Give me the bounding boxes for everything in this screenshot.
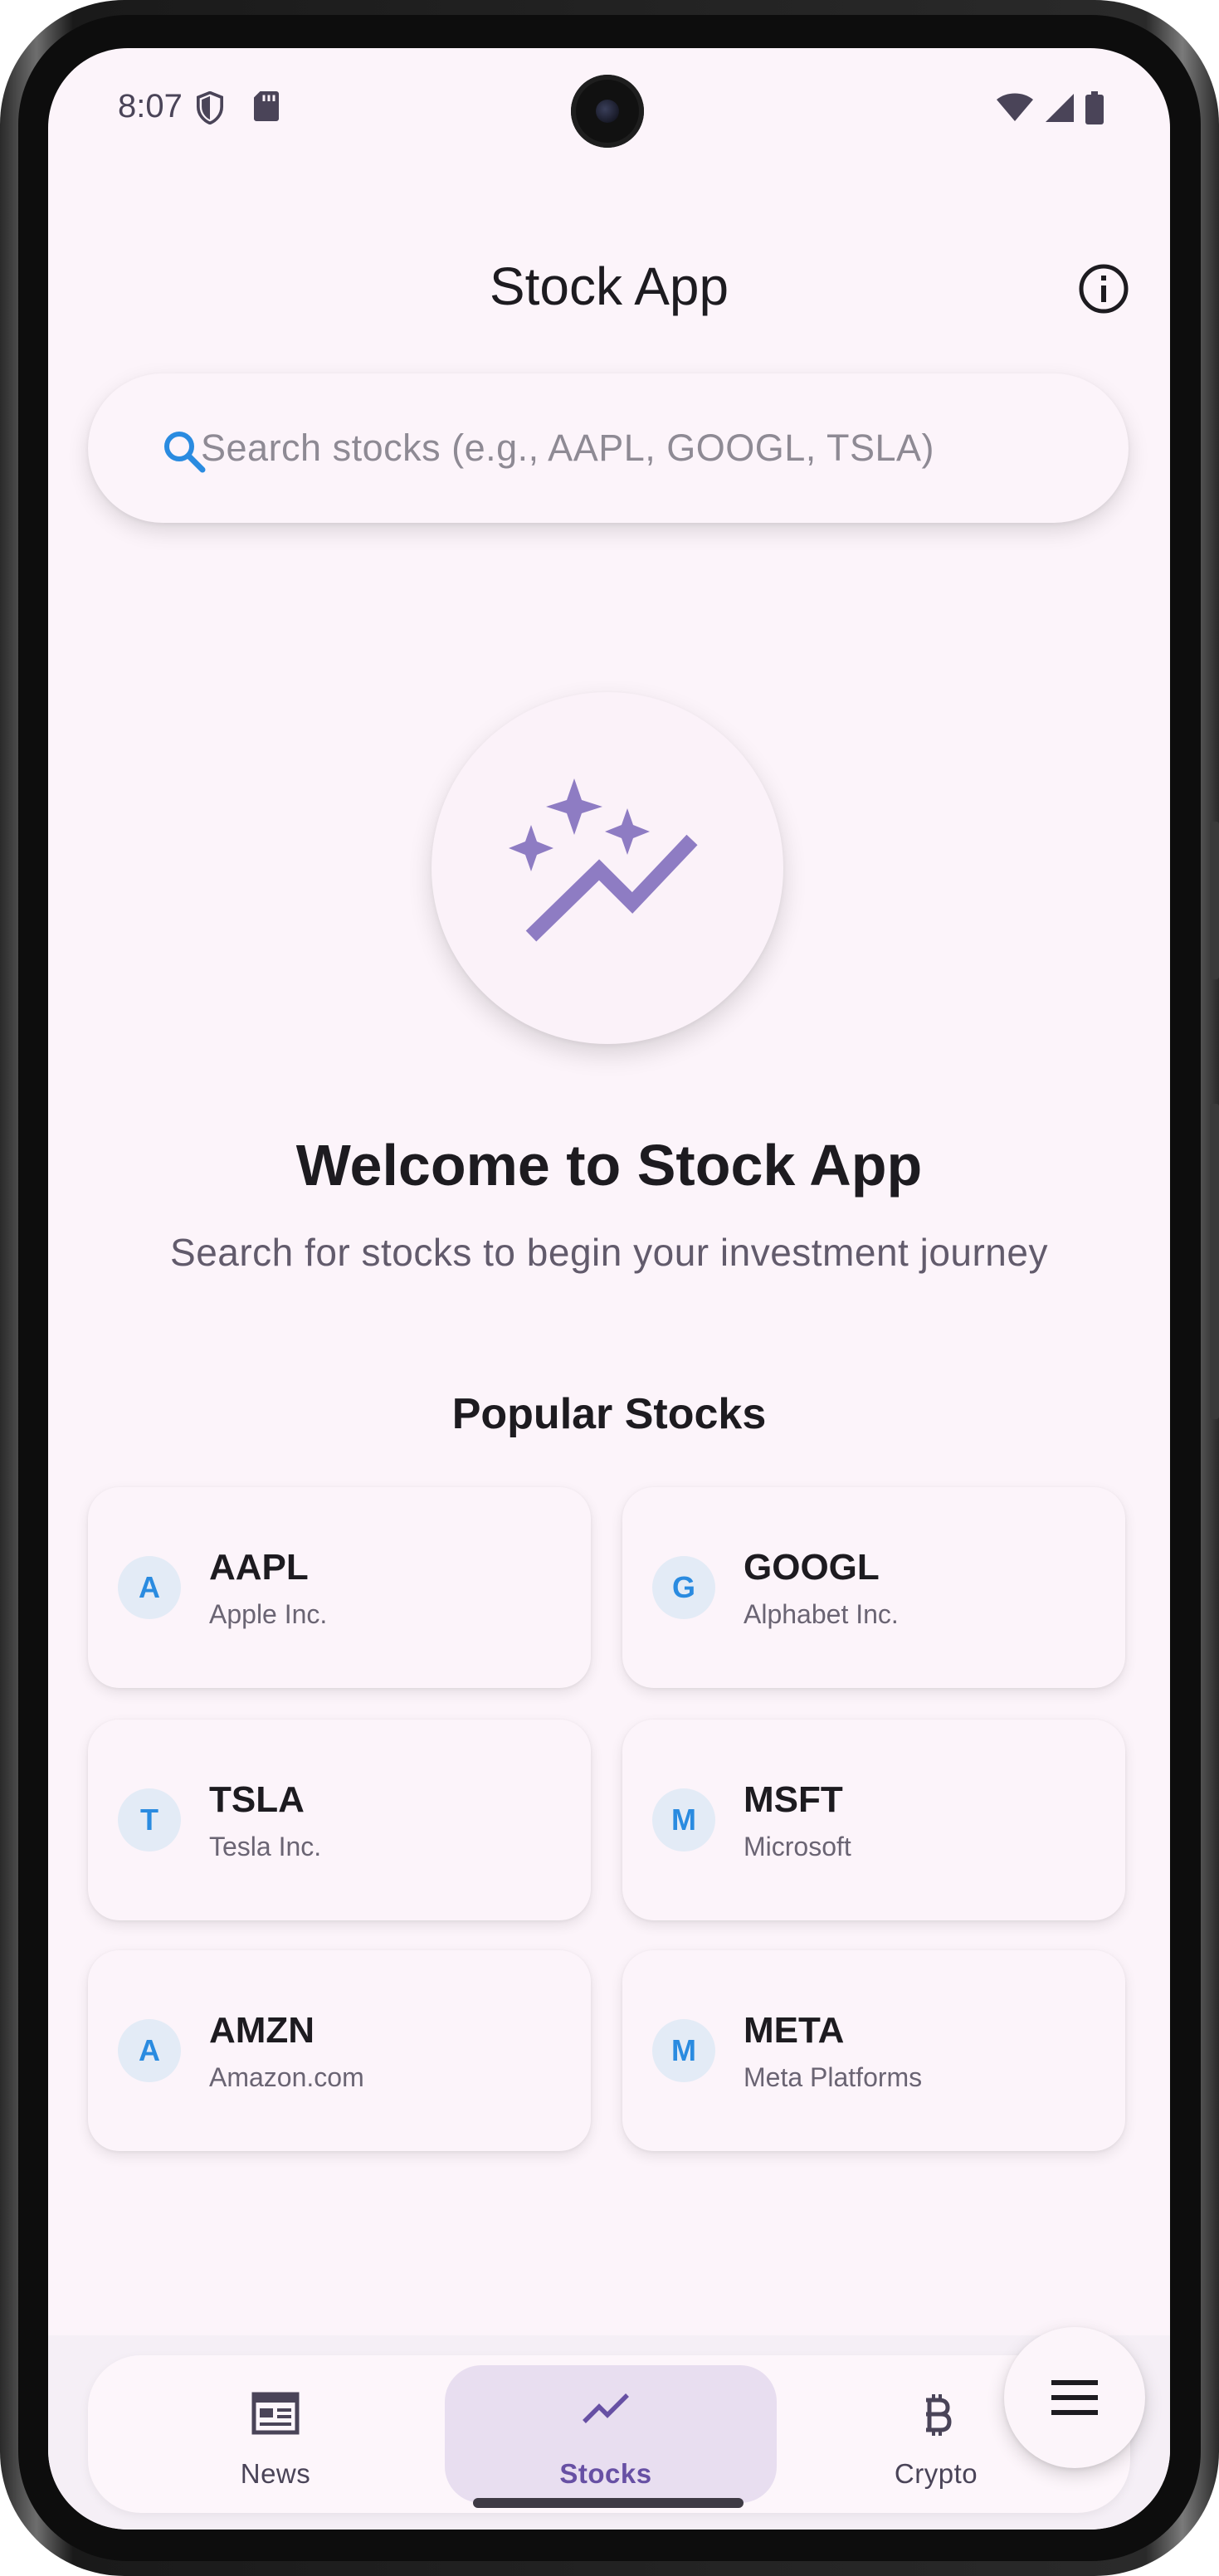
status-icons bbox=[996, 91, 1104, 129]
welcome-title: Welcome to Stock App bbox=[295, 1133, 923, 1198]
signal-icon bbox=[1044, 92, 1075, 128]
stock-card-amzn[interactable]: A AMZN Amazon.com bbox=[88, 1950, 591, 2151]
stock-card-aapl[interactable]: A AAPL Apple Inc. bbox=[88, 1487, 591, 1688]
info-icon bbox=[1079, 264, 1129, 314]
stock-symbol: GOOGL bbox=[744, 1547, 880, 1588]
battery-icon bbox=[1085, 91, 1104, 129]
status-time: 8:07 bbox=[118, 88, 183, 124]
search-input[interactable] bbox=[201, 411, 1097, 485]
welcome-subtitle: Search for stocks to begin your investme… bbox=[170, 1231, 1048, 1274]
stock-avatar: T bbox=[118, 1788, 181, 1852]
stock-symbol: AAPL bbox=[209, 1547, 309, 1588]
nav-item-stocks[interactable]: Stocks bbox=[440, 2355, 777, 2513]
stock-avatar: A bbox=[118, 1556, 181, 1619]
nav-label-news: News bbox=[240, 2458, 311, 2489]
stock-symbol: TSLA bbox=[209, 1779, 305, 1820]
bottom-nav: News Stocks Crypto bbox=[88, 2355, 1130, 2513]
trending-up-icon bbox=[581, 2392, 631, 2429]
menu-icon bbox=[1050, 2375, 1100, 2424]
menu-button[interactable] bbox=[1004, 2327, 1145, 2468]
stock-avatar: M bbox=[652, 2019, 715, 2082]
popular-stocks-title: Popular Stocks bbox=[451, 1390, 767, 1438]
info-button[interactable] bbox=[1077, 262, 1130, 315]
hero-icon-container bbox=[432, 692, 783, 1044]
status-bar: 8:07 bbox=[48, 48, 1170, 148]
screen: 8:07 Stock App Search stocks (e.g., AAPL… bbox=[48, 48, 1170, 2530]
stock-name: Alphabet Inc. bbox=[744, 1599, 899, 1629]
stock-avatar: G bbox=[652, 1556, 715, 1619]
stock-symbol: MSFT bbox=[744, 1779, 843, 1820]
wifi-icon bbox=[996, 93, 1034, 127]
newspaper-icon bbox=[251, 2392, 300, 2439]
volume-button bbox=[1210, 1104, 1219, 1419]
page-title: Stock App bbox=[489, 256, 729, 316]
stock-card-tsla[interactable]: T TSLA Tesla Inc. bbox=[88, 1720, 591, 1920]
nav-item-news[interactable]: News bbox=[110, 2355, 441, 2513]
stock-name: Amazon.com bbox=[209, 2062, 364, 2092]
power-button bbox=[1210, 822, 1219, 979]
shield-icon bbox=[196, 90, 224, 129]
search-bar[interactable] bbox=[88, 373, 1129, 523]
stock-symbol: AMZN bbox=[209, 2010, 315, 2051]
stock-name: Meta Platforms bbox=[744, 2062, 923, 2092]
sd-card-icon bbox=[254, 91, 279, 125]
front-camera bbox=[571, 75, 644, 148]
bitcoin-icon bbox=[919, 2392, 953, 2442]
home-indicator[interactable] bbox=[473, 2498, 744, 2508]
stock-card-meta[interactable]: M META Meta Platforms bbox=[622, 1950, 1125, 2151]
stock-avatar: A bbox=[118, 2019, 181, 2082]
stock-card-msft[interactable]: M MSFT Microsoft bbox=[622, 1720, 1125, 1920]
stock-symbol: META bbox=[744, 2010, 845, 2051]
stock-name: Tesla Inc. bbox=[209, 1832, 322, 1861]
nav-label-stocks: Stocks bbox=[559, 2458, 652, 2489]
stock-avatar: M bbox=[652, 1788, 715, 1852]
stock-card-googl[interactable]: G GOOGL Alphabet Inc. bbox=[622, 1487, 1125, 1688]
stock-name: Microsoft bbox=[744, 1832, 851, 1861]
auto-graph-icon bbox=[508, 778, 707, 949]
stock-name: Apple Inc. bbox=[209, 1599, 328, 1629]
